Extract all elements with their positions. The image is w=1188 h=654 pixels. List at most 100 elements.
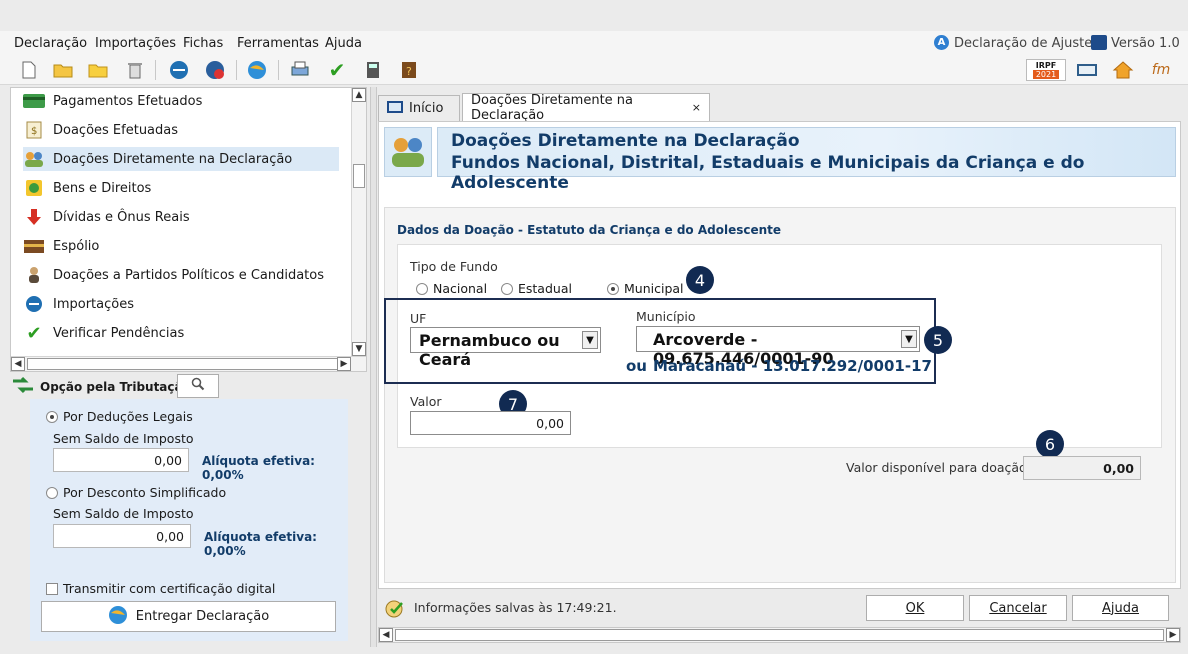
chevron-down-icon[interactable]: ▼ — [582, 331, 598, 349]
calculator-icon[interactable] — [362, 59, 384, 81]
nav-item-importacoes[interactable]: Importações — [23, 292, 339, 316]
home-tab-icon — [387, 100, 403, 118]
entregar-declaracao-button[interactable]: Entregar Declaração — [41, 601, 336, 632]
verify-check-icon[interactable]: ✔ — [326, 58, 348, 82]
irpf-year: 2021 — [1032, 70, 1060, 79]
nav-item-label: Doações Diretamente na Declaração — [53, 151, 293, 167]
home-icon[interactable] — [1112, 59, 1134, 81]
content-horizontal-scrollbar[interactable]: ◀ ▶ — [378, 627, 1181, 643]
valor-input[interactable]: 0,00 — [410, 411, 571, 435]
radio-dot[interactable] — [46, 487, 58, 499]
person-icon — [23, 265, 45, 285]
menu-declaracao[interactable]: Declaração — [14, 36, 87, 51]
nav-item-label: Verificar Pendências — [53, 325, 185, 341]
nav-item-bens-direitos[interactable]: Bens e Direitos — [23, 176, 339, 200]
declaration-type-icon: A — [934, 35, 949, 50]
aliquota2-label: Alíquota efetiva: 0,00% — [204, 530, 317, 558]
nav-item-doacoes-diretamente[interactable]: Doações Diretamente na Declaração — [23, 147, 339, 171]
cancel-button[interactable]: Cancelar — [969, 595, 1067, 621]
chevron-up-icon[interactable]: ▲ — [352, 88, 366, 102]
saved-status-text: Informações salvas às 17:49:21. — [414, 600, 617, 615]
search-button[interactable] — [177, 374, 219, 398]
svg-text:?: ? — [406, 65, 412, 78]
opcao-tributacao-title: Opção pela Tributação: — [40, 380, 196, 394]
toolbar: ✔ ? IRPF 2021 fm — [0, 55, 1188, 85]
radio-dot[interactable] — [416, 283, 428, 295]
chevron-right-icon[interactable]: ▶ — [1166, 628, 1180, 642]
menu-ajuda[interactable]: Ajuda — [325, 36, 362, 51]
scroll-thumb[interactable] — [395, 629, 1164, 641]
tab-doacoes-label: Doações Diretamente na Declaração — [471, 92, 634, 123]
cert-checkbox[interactable]: Transmitir com certificação digital — [46, 581, 275, 596]
down-arrow-icon — [23, 207, 45, 227]
tab-inicio[interactable]: Início — [378, 95, 460, 121]
open-folder-icon[interactable] — [52, 59, 74, 81]
scroll-thumb[interactable] — [353, 164, 365, 188]
nav-item-pagamentos[interactable]: Pagamentos Efetuados — [23, 89, 339, 113]
chevron-down-icon[interactable]: ▼ — [901, 330, 917, 348]
radio-dot[interactable] — [501, 283, 513, 295]
people-icon — [23, 149, 45, 169]
radio-dot[interactable] — [607, 283, 619, 295]
globe-icon[interactable] — [246, 59, 268, 81]
nav-item-label: Espólio — [53, 238, 100, 254]
nav-item-doacoes-efetuadas[interactable]: $ Doações Efetuadas — [23, 118, 339, 142]
receive-icon[interactable] — [204, 59, 226, 81]
nav-item-label: Importações — [53, 296, 134, 312]
scroll-thumb[interactable] — [27, 358, 349, 370]
print-icon[interactable] — [289, 59, 311, 81]
valor-label: Valor — [410, 394, 442, 409]
chevron-left-icon[interactable]: ◀ — [379, 628, 393, 642]
irpf-logo-icon[interactable]: IRPF 2021 — [1026, 59, 1066, 81]
nav-item-label: Pagamentos Efetuados — [53, 93, 203, 109]
abc-icon[interactable] — [1076, 59, 1098, 81]
folder-icon[interactable] — [87, 59, 109, 81]
callout-4: 4 — [686, 266, 714, 294]
radio-estadual[interactable]: Estadual — [501, 281, 572, 296]
irpf-label: IRPF — [1035, 61, 1057, 70]
menu-importacoes[interactable]: Importações — [95, 36, 176, 51]
nav-item-verificar[interactable]: ✔ Verificar Pendências — [23, 321, 339, 345]
split-divider[interactable] — [370, 87, 377, 647]
nav-item-espolio[interactable]: Espólio — [23, 234, 339, 258]
radio-deducoes[interactable]: Por Deduções Legais — [46, 409, 193, 424]
menu-ferramentas[interactable]: Ferramentas — [237, 36, 319, 51]
radio-dot[interactable] — [46, 411, 58, 423]
municipio-select[interactable]: Arcoverde - 09.675.446/0001-90 ▼ — [636, 326, 920, 368]
new-file-icon[interactable] — [18, 59, 40, 81]
callout-6: 6 — [1036, 430, 1064, 458]
chevron-down-icon[interactable]: ▼ — [352, 342, 366, 356]
chevron-left-icon[interactable]: ◀ — [11, 357, 25, 371]
checkbox-box[interactable] — [46, 583, 58, 595]
nav-vertical-scrollbar[interactable]: ▲ ▼ — [351, 88, 366, 358]
radio-municipal[interactable]: Municipal — [607, 281, 684, 296]
disponivel-field: 0,00 — [1023, 456, 1141, 480]
radio-nacional[interactable]: Nacional — [416, 281, 487, 296]
stopwatch-check-icon — [384, 597, 408, 622]
uf-select[interactable]: Pernambuco ou Ceará ▼ — [410, 327, 601, 369]
tab-bar: Início Doações Diretamente na Declaração… — [378, 92, 1181, 123]
municipio-alt: Maracanaú - 13.017.292/0001-17 — [653, 357, 932, 375]
trash-icon[interactable] — [124, 59, 146, 81]
menu-fichas[interactable]: Fichas — [183, 36, 223, 51]
close-icon[interactable]: × — [692, 101, 701, 114]
version-label: Versão 1.0 — [1111, 36, 1180, 51]
ok-button[interactable]: OK — [866, 595, 964, 621]
nav-item-partidos[interactable]: Doações a Partidos Políticos e Candidato… — [23, 263, 339, 287]
help-button[interactable]: Ajuda — [1072, 595, 1169, 621]
fm-icon[interactable]: fm — [1150, 59, 1172, 81]
chevron-right-icon[interactable]: ▶ — [337, 357, 351, 371]
declaration-type-label: Declaração de Ajuste — [954, 36, 1093, 51]
nav-item-dividas[interactable]: Dívidas e Ônus Reais — [23, 205, 339, 229]
municipio-label: Município — [636, 309, 696, 324]
help-book-icon[interactable]: ? — [398, 59, 420, 81]
radio-simplificado[interactable]: Por Desconto Simplificado — [46, 485, 226, 500]
radio-municipal-label: Municipal — [624, 281, 684, 296]
radio-nacional-label: Nacional — [433, 281, 488, 296]
nav-item-label: Doações a Partidos Políticos e Candidato… — [53, 267, 325, 283]
transmit-icon[interactable] — [168, 59, 190, 81]
entregar-label: Entregar Declaração — [135, 609, 270, 624]
tab-doacoes[interactable]: Doações Diretamente na Declaração × — [462, 92, 710, 123]
nav-horizontal-scrollbar[interactable]: ◀ ▶ — [11, 356, 366, 371]
money-bag-icon: $ — [23, 120, 45, 140]
